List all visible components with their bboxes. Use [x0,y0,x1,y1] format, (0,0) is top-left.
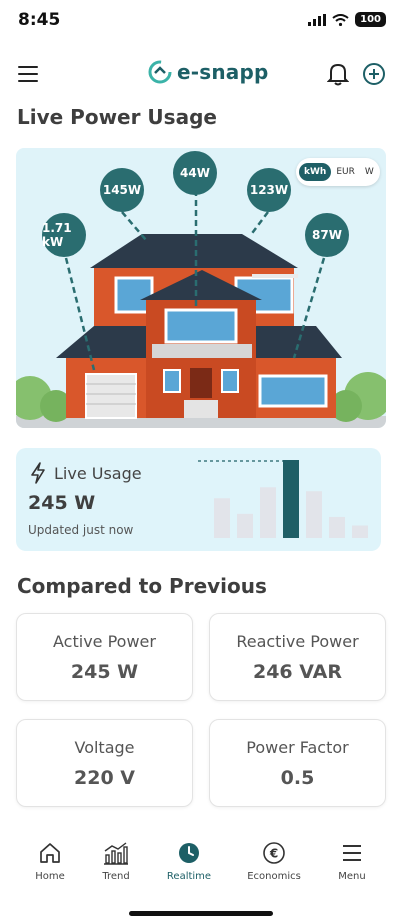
usage-bar [237,513,253,538]
nav-label: Realtime [166,871,212,882]
clock-icon [179,843,199,863]
power-bubble[interactable]: 123W [247,168,291,212]
nav-menu[interactable]: Menu [312,840,392,882]
stat-label: Active Power [53,632,156,651]
add-circle-icon[interactable] [362,62,386,86]
compared-title: Compared to Previous [17,574,267,598]
wifi-icon [332,13,349,26]
power-bubble[interactable]: 87W [305,213,349,257]
usage-bar [260,487,276,538]
usage-bar [352,525,368,538]
nav-economics[interactable]: € Economics [234,840,314,882]
nav-trend[interactable]: Trend [76,840,156,882]
hamburger-menu-icon[interactable] [18,66,38,82]
unit-option-eur[interactable]: EUR [331,163,360,181]
trend-icon [104,842,128,865]
live-usage-card[interactable]: Live Usage 245 W Updated just now [16,448,381,551]
stat-card-active-power[interactable]: Active Power 245 W [16,613,193,701]
live-usage-header: Live Usage [30,462,142,484]
stat-value: 0.5 [280,767,315,789]
power-bubble[interactable]: 1.71 kW [42,213,86,257]
app-logo: e-snapp [148,60,269,84]
home-indicator [129,911,273,916]
svg-text:€: € [269,847,278,861]
lightning-icon [31,462,45,484]
live-usage-bar-chart [198,460,368,538]
stat-value: 245 W [70,661,139,683]
unit-option-w[interactable]: W [360,163,379,181]
unit-toggle[interactable]: kWh EUR W [296,158,380,186]
live-usage-value: 245 W [28,492,96,514]
stat-label: Power Factor [246,738,349,757]
usage-bar [306,491,322,538]
unit-option-kwh[interactable]: kWh [299,163,332,181]
usage-bar [214,498,230,538]
menu-icon [343,845,361,861]
logo-mark-icon [148,60,172,84]
nav-label: Menu [338,871,366,882]
bottom-nav: Home Trend Realtime € Economics Menu [0,830,402,900]
nav-label: Economics [247,871,301,882]
signal-icon [308,13,327,26]
logo-text: e-snapp [177,60,269,84]
house-panel: 1.71 kW 145W 44W 123W 87W kWh EUR W [16,148,386,428]
euro-icon: € [263,842,285,864]
stat-value: 246 VAR [252,661,343,683]
live-power-title: Live Power Usage [17,105,217,129]
stat-label: Reactive Power [236,632,359,651]
live-usage-updated: Updated just now [28,523,134,537]
status-time: 8:45 [18,10,61,30]
live-usage-title: Live Usage [54,463,142,483]
battery-indicator: 100 [355,12,386,27]
nav-realtime[interactable]: Realtime [149,840,229,882]
status-bar: 8:45 100 [0,0,402,44]
status-icons: 100 [308,12,386,27]
usage-bar [283,460,299,538]
power-bubble[interactable]: 145W [100,168,144,212]
nav-label: Trend [102,871,130,882]
app-header: e-snapp [0,56,402,92]
usage-bar [329,516,345,538]
bell-icon[interactable] [327,62,349,86]
home-icon [40,843,60,863]
stat-card-reactive-power[interactable]: Reactive Power 246 VAR [209,613,386,701]
stat-card-voltage[interactable]: Voltage 220 V [16,719,193,807]
stat-label: Voltage [74,738,135,757]
stat-value: 220 V [74,767,135,789]
stat-card-power-factor[interactable]: Power Factor 0.5 [209,719,386,807]
power-bubble[interactable]: 44W [173,151,217,195]
